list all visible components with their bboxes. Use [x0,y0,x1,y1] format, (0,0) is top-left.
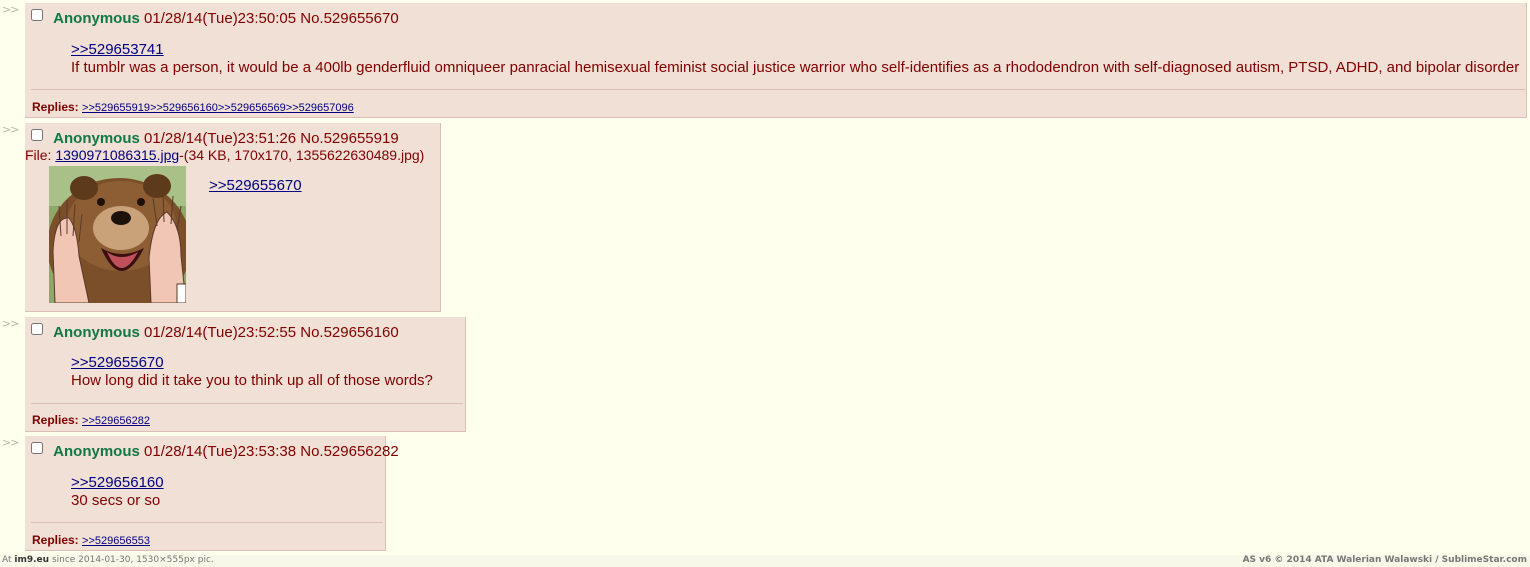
post-number[interactable]: No.529656282 [300,443,398,460]
reply-arrows: >> [2,317,19,330]
poster-name: Anonymous [53,443,140,460]
replies-line: Replies: >>529655919>>529656160>>5296565… [32,100,354,114]
reply-arrows: >> [2,123,19,136]
post-select-checkbox[interactable] [31,129,43,141]
post-body: >>529653741 If tumblr was a person, it w… [71,41,1519,76]
post: Anonymous 01/28/14(Tue)23:50:05 No.52965… [25,3,1527,118]
replies-line: Replies: >>529656282 [32,413,150,427]
bear-thumbnail-image[interactable] [49,166,186,303]
quote-link[interactable]: >>529655670 [71,354,164,371]
poster-name: Anonymous [53,324,140,341]
post-body: >>529656160 30 secs or so [71,474,164,509]
reply-link[interactable]: >>529656569 [218,102,286,114]
post: Anonymous 01/28/14(Tue)23:51:26 No.52965… [25,123,441,312]
replies-divider [31,89,1525,90]
post-body: >>529655670 [209,177,302,194]
post-select-checkbox[interactable] [31,9,43,21]
footer-left: At im9.eu since 2014-01-30, 1530×555px p… [2,555,214,565]
replies-label: Replies: [32,100,79,114]
reply-link[interactable]: >>529655919 [82,102,150,114]
post-header: Anonymous 01/28/14(Tue)23:53:38 No.52965… [31,442,399,460]
post-number[interactable]: No.529656160 [300,324,398,341]
post-text: 30 secs or so [71,492,161,509]
replies-divider [31,522,383,523]
quote-link[interactable]: >>529653741 [71,41,164,58]
quote-link[interactable]: >>529655670 [209,177,302,194]
footer-bar: At im9.eu since 2014-01-30, 1530×555px p… [0,555,1530,567]
post-select-checkbox[interactable] [31,323,43,335]
post: Anonymous 01/28/14(Tue)23:53:38 No.52965… [25,436,399,551]
reply-link[interactable]: >>529656160 [150,102,218,114]
reply-link[interactable]: >>529657096 [286,102,354,114]
file-link[interactable]: 1390971086315.jpg [55,147,179,163]
quote-link[interactable]: >>529656160 [71,474,164,491]
reply-arrows: >> [2,436,19,449]
post-body: >>529655670 How long did it take you to … [71,354,433,389]
post-datetime: 01/28/14(Tue)23:52:55 [144,324,297,341]
poster-name: Anonymous [53,130,140,147]
post-header: Anonymous 01/28/14(Tue)23:52:55 No.52965… [31,323,399,341]
replies-label: Replies: [32,413,79,427]
footer-credits: AS v6 © 2014 ATA Walerian Walawski / Sub… [1242,555,1527,565]
reply-link[interactable]: >>529656553 [82,535,150,547]
footer-since: since 2014-01-30, 1530×555px pic. [51,555,214,565]
post-header: Anonymous 01/28/14(Tue)23:50:05 No.52965… [31,9,399,27]
footer-site-link[interactable]: im9.eu [14,555,49,565]
reply-arrows: >> [2,3,19,16]
file-info-line: File: 1390971086315.jpg-(34 KB, 170x170,… [25,147,424,163]
poster-name: Anonymous [53,10,140,27]
reply-link[interactable]: >>529656282 [82,415,150,427]
file-label: File: [25,147,52,163]
post-header: Anonymous 01/28/14(Tue)23:51:26 No.52965… [31,129,399,147]
post-number[interactable]: No.529655919 [300,130,398,147]
footer-at: At [2,555,12,565]
bear-thumbnail-svg [49,166,186,303]
post-datetime: 01/28/14(Tue)23:50:05 [144,10,297,27]
post-datetime: 01/28/14(Tue)23:51:26 [144,130,297,147]
post-text: If tumblr was a person, it would be a 40… [71,59,1520,76]
post-text: How long did it take you to think up all… [71,372,433,389]
post: Anonymous 01/28/14(Tue)23:52:55 No.52965… [25,317,466,432]
replies-label: Replies: [32,533,79,547]
post-number[interactable]: No.529655670 [300,10,398,27]
replies-divider [31,403,463,404]
file-meta: -(34 KB, 170x170, 1355622630489.jpg) [179,147,425,163]
post-select-checkbox[interactable] [31,442,43,454]
post-datetime: 01/28/14(Tue)23:53:38 [144,443,297,460]
replies-line: Replies: >>529656553 [32,533,150,547]
